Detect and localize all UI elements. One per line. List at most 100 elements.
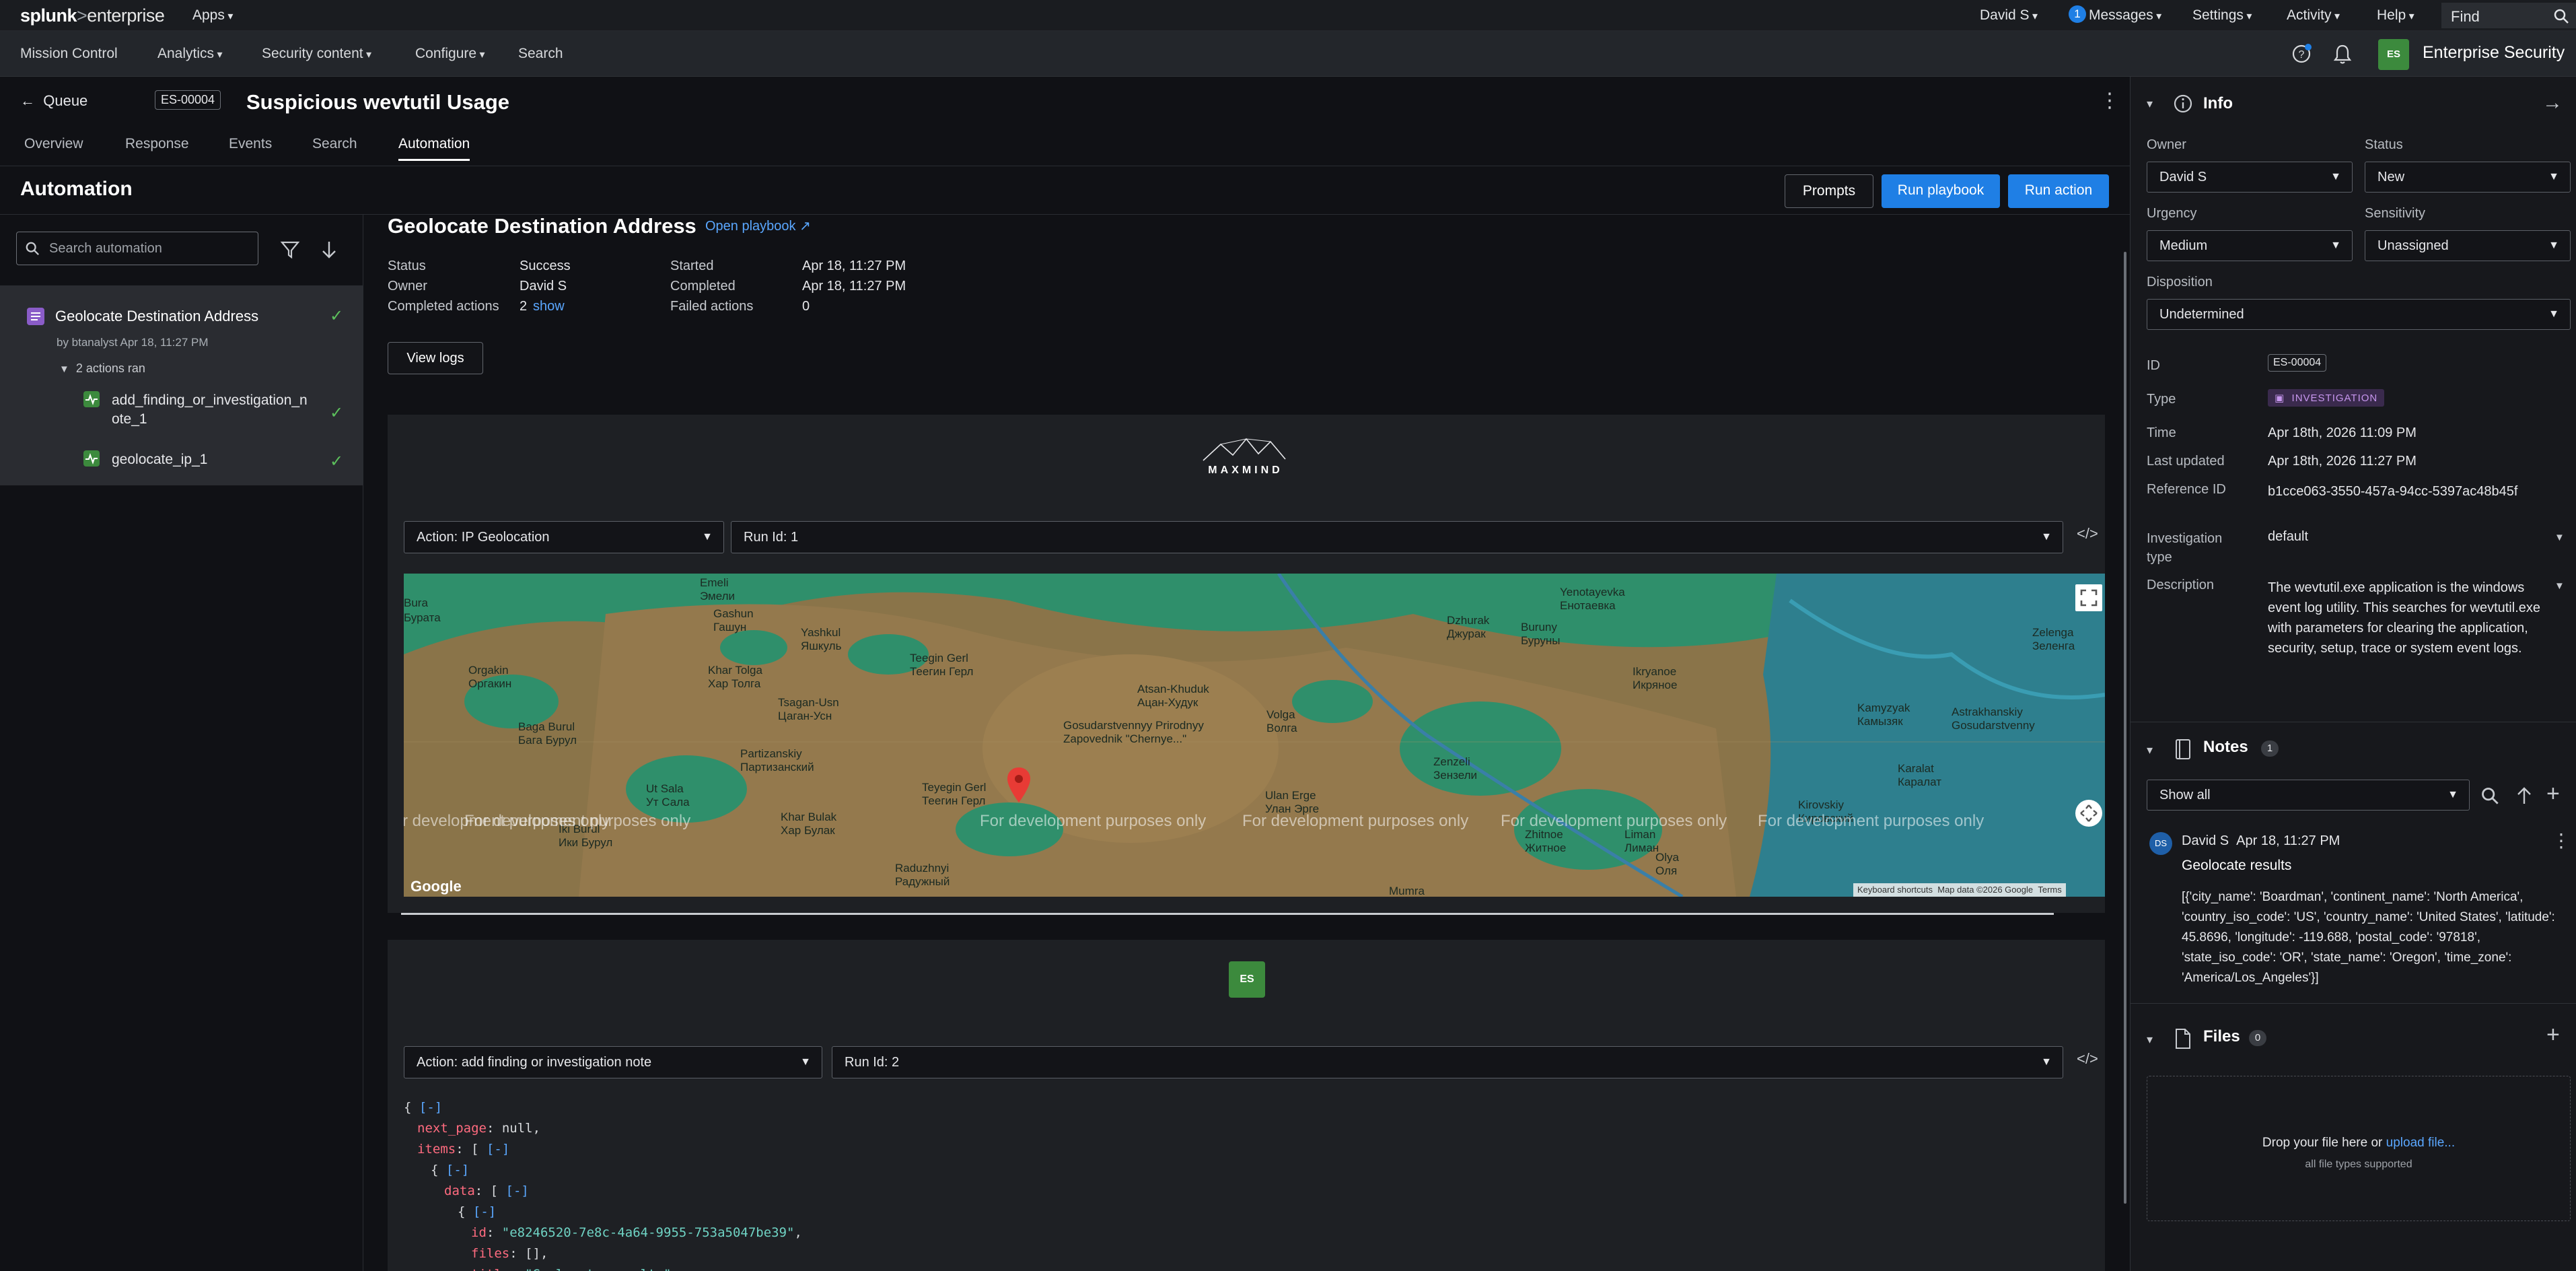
more-vertical-icon[interactable]: ⋮	[2100, 89, 2120, 112]
messages-menu[interactable]: Messages	[2089, 7, 2161, 24]
nav-configure[interactable]: Configure	[415, 46, 485, 62]
apps-menu[interactable]: Apps	[192, 7, 233, 24]
description-value: The wevtutil.exe application is the wind…	[2268, 580, 2540, 656]
map-label: Лиман	[1624, 841, 1659, 854]
help-menu[interactable]: Help	[2377, 7, 2414, 24]
settings-menu[interactable]: Settings	[2192, 7, 2252, 24]
global-topbar: splunk>enterprise Apps David S 1 Message…	[0, 0, 2576, 31]
map-label: Teyegin Gerl	[922, 781, 987, 794]
run-action-button[interactable]: Run action	[2008, 174, 2109, 208]
map-label: Volga	[1266, 708, 1295, 721]
add-note-plus-icon[interactable]: +	[2546, 781, 2560, 807]
file-dropzone[interactable]: Drop your file here or upload file... al…	[2147, 1076, 2571, 1221]
action-item-geolocate[interactable]: geolocate_ip_1	[112, 452, 207, 468]
view-logs-button[interactable]: View logs	[388, 342, 483, 374]
tab-automation[interactable]: Automation	[398, 136, 470, 161]
json-collapse-toggle[interactable]: [-]	[473, 1204, 496, 1219]
tab-events[interactable]: Events	[229, 136, 272, 152]
json-token: data	[444, 1183, 475, 1198]
completed-value: Apr 18, 11:27 PM	[802, 279, 906, 294]
json-token: :	[486, 1225, 502, 1240]
splunk-logo[interactable]: splunk>enterprise	[20, 5, 165, 26]
arrow-up-icon[interactable]	[2515, 786, 2533, 805]
bell-icon[interactable]	[2332, 43, 2353, 65]
run-id-select-1[interactable]: Run Id: 1 ▼	[731, 521, 2063, 553]
map-label: Енотаевка	[1560, 599, 1616, 612]
json-line: { [-]	[431, 1163, 469, 1177]
nav-mission-control[interactable]: Mission Control	[20, 46, 118, 62]
success-check-icon: ✓	[330, 307, 344, 325]
run-id-select-2[interactable]: Run Id: 2 ▼	[832, 1046, 2063, 1078]
actions-ran-toggle[interactable]: ▼ 2 actions ran	[59, 362, 145, 376]
caret-down-icon[interactable]: ▼	[2554, 532, 2565, 543]
playbook-title: Geolocate Destination Address	[388, 214, 696, 238]
nav-search[interactable]: Search	[518, 46, 563, 62]
find-input[interactable]: Find	[2441, 3, 2576, 28]
keyboard-shortcuts-link[interactable]: Keyboard shortcuts	[1857, 885, 1933, 895]
chevron-down-icon[interactable]: ▾	[2147, 97, 2153, 111]
json-token: items	[417, 1142, 456, 1157]
prompts-button[interactable]: Prompts	[1785, 174, 1873, 208]
filter-icon[interactable]	[280, 240, 300, 260]
disposition-label: Disposition	[2147, 275, 2213, 289]
tab-response[interactable]: Response	[125, 136, 189, 152]
collapse-panel-arrow-icon[interactable]: →	[2542, 92, 2563, 114]
info-icon	[2174, 94, 2192, 113]
add-file-plus-icon[interactable]: +	[2546, 1022, 2560, 1048]
id-value-badge: ES-00004	[2268, 354, 2327, 372]
owner-select[interactable]: David S ▼	[2147, 162, 2353, 193]
json-collapse-toggle[interactable]: [-]	[487, 1142, 509, 1157]
note-more-icon[interactable]: ⋮	[2552, 829, 2571, 852]
location-pin-icon[interactable]	[1005, 766, 1032, 804]
json-line: { [-]	[404, 1100, 442, 1115]
activity-menu[interactable]: Activity	[2287, 7, 2340, 24]
json-collapse-toggle[interactable]: [-]	[446, 1163, 469, 1177]
run-id-value: Run Id: 1	[744, 530, 799, 545]
action-select-geolocation[interactable]: Action: IP Geolocation ▼	[404, 521, 724, 553]
code-view-icon[interactable]: </>	[2077, 525, 2098, 543]
chevron-down-icon[interactable]: ▾	[2147, 1033, 2153, 1047]
caret-down-icon[interactable]: ▼	[2554, 580, 2565, 592]
fullscreen-icon	[2080, 589, 2098, 607]
json-collapse-toggle[interactable]: [-]	[419, 1100, 442, 1115]
action-item-add-finding[interactable]: add_finding_or_investigation_n ote_1	[112, 391, 320, 429]
sort-arrow-down-icon[interactable]	[320, 240, 338, 260]
chevron-down-icon[interactable]: ▾	[2147, 743, 2153, 757]
notes-filter-select[interactable]: Show all ▼	[2147, 780, 2470, 811]
open-playbook-link[interactable]: Open playbook ↗	[705, 217, 811, 234]
code-view-icon[interactable]: </>	[2077, 1050, 2098, 1068]
json-token: : null,	[486, 1121, 541, 1136]
playbook-run-item[interactable]: Geolocate Destination Address ✓ by btana…	[0, 286, 363, 485]
sensitivity-select[interactable]: Unassigned ▼	[2365, 230, 2571, 261]
main-scrollbar[interactable]	[2124, 252, 2126, 1204]
show-actions-link[interactable]: show	[533, 299, 565, 314]
action-select-add-note[interactable]: Action: add finding or investigation not…	[404, 1046, 822, 1078]
back-to-queue[interactable]: ← Queue	[20, 92, 87, 110]
brand-sep: >	[77, 5, 87, 26]
run-playbook-button[interactable]: Run playbook	[1882, 174, 2000, 208]
tab-overview[interactable]: Overview	[24, 136, 83, 152]
disposition-select[interactable]: Undetermined ▼	[2147, 299, 2571, 330]
urgency-select[interactable]: Medium ▼	[2147, 230, 2353, 261]
map-fullscreen-button[interactable]	[2075, 584, 2102, 611]
notes-count-badge: 1	[2261, 741, 2279, 757]
search-automation-input[interactable]: Search automation	[16, 232, 258, 265]
upload-file-link[interactable]: upload file...	[2386, 1136, 2455, 1150]
json-line: files: [],	[471, 1246, 548, 1261]
nav-analytics[interactable]: Analytics	[157, 46, 223, 62]
app-name[interactable]: Enterprise Security	[2423, 43, 2565, 63]
nav-security-content[interactable]: Security content	[262, 46, 371, 62]
json-collapse-toggle[interactable]: [-]	[506, 1183, 529, 1198]
playbook-run-name: Geolocate Destination Address	[55, 308, 259, 324]
map-watermark: For development purposes only	[980, 812, 1207, 830]
help-circle-icon[interactable]: ?	[2291, 43, 2312, 65]
user-menu[interactable]: David S	[1980, 7, 2038, 24]
map-pan-control[interactable]	[2075, 800, 2102, 827]
search-icon[interactable]	[2480, 786, 2499, 805]
status-select[interactable]: New ▼	[2365, 162, 2571, 193]
sensitivity-value: Unassigned	[2377, 238, 2449, 253]
tab-search[interactable]: Search	[312, 136, 357, 152]
investigation-type-value[interactable]: default	[2268, 529, 2308, 545]
terms-link[interactable]: Terms	[2038, 885, 2061, 895]
geolocation-map[interactable]: Emeli Эмели Bura Бурата Gashun Гашун Yas…	[404, 574, 2105, 897]
